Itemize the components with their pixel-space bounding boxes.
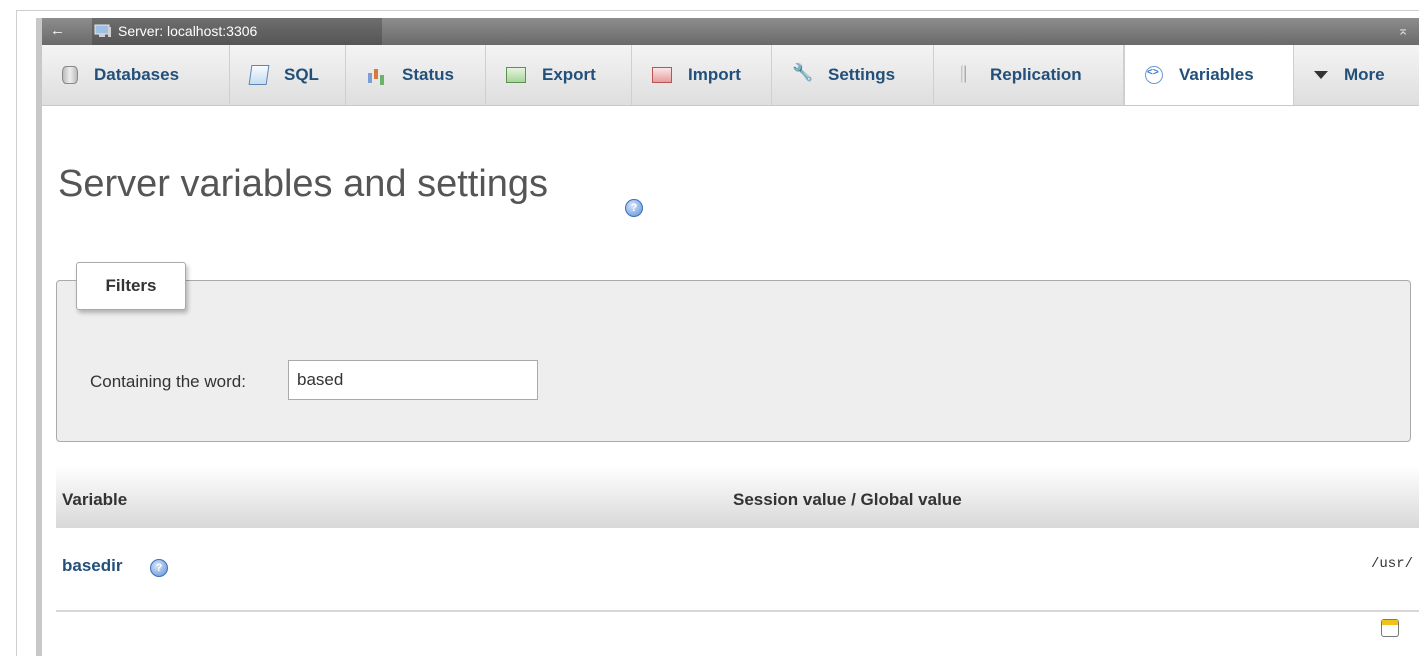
- tab-label: Replication: [990, 65, 1082, 84]
- tab-replication[interactable]: Replication: [934, 45, 1124, 105]
- tab-label: Databases: [94, 65, 180, 84]
- server-tabs: Databases SQL Status Export Import Setti…: [42, 45, 1419, 106]
- tab-label: Variables: [1179, 65, 1254, 84]
- filters-legend: Filters: [76, 262, 186, 310]
- collapse-icon[interactable]: ⌅: [1397, 22, 1409, 39]
- server-label[interactable]: Server: localhost:3306: [118, 23, 257, 39]
- tab-label: Export: [542, 65, 596, 84]
- help-icon[interactable]: ?: [625, 199, 643, 217]
- chevron-down-icon: [1314, 71, 1328, 79]
- sql-icon: [248, 65, 270, 85]
- server-icon: [94, 24, 111, 37]
- export-icon: [506, 67, 526, 83]
- filter-label: Containing the word:: [90, 372, 246, 391]
- wrench-icon: [792, 63, 813, 85]
- variables-icon: [1145, 66, 1163, 84]
- column-header-value[interactable]: Session value / Global value: [733, 490, 962, 510]
- window-top-rule: [16, 10, 1419, 11]
- back-arrow-icon[interactable]: ←: [50, 22, 65, 39]
- tab-label: Settings: [828, 65, 896, 84]
- help-icon[interactable]: ?: [150, 559, 168, 577]
- table-header: Variable Session value / Global value: [56, 466, 1419, 528]
- page-title: Server variables and settings: [58, 163, 549, 205]
- tab-sql[interactable]: SQL: [230, 45, 346, 105]
- filter-input[interactable]: [288, 360, 538, 400]
- database-icon: [62, 66, 78, 84]
- main-content: ← Server: localhost:3306 ⌅ Databases SQL…: [42, 18, 1419, 656]
- column-header-variable[interactable]: Variable: [62, 490, 127, 510]
- table-row: basedir ? /usr/: [56, 528, 1419, 610]
- tab-more[interactable]: More: [1294, 45, 1419, 105]
- window-top-margin: [0, 0, 1419, 10]
- replication-icon: [954, 65, 974, 85]
- status-icon: [366, 65, 386, 85]
- tab-label: More: [1344, 65, 1385, 84]
- tab-label: Status: [402, 65, 454, 84]
- import-icon: [652, 67, 672, 83]
- variable-value: /usr/: [1370, 556, 1413, 572]
- tab-import[interactable]: Import: [632, 45, 772, 105]
- tab-export[interactable]: Export: [486, 45, 632, 105]
- server-breadcrumb-bar: ← Server: localhost:3306 ⌅: [42, 18, 1419, 45]
- window-left-rule: [16, 10, 17, 656]
- note-icon[interactable]: [1381, 619, 1399, 637]
- tab-label: SQL: [284, 65, 319, 84]
- filters-fieldset: [56, 280, 1411, 442]
- variable-name-link[interactable]: basedir: [62, 556, 122, 576]
- divider: [56, 610, 1419, 612]
- tab-variables[interactable]: Variables: [1124, 45, 1294, 105]
- tab-databases[interactable]: Databases: [42, 45, 230, 105]
- tab-status[interactable]: Status: [346, 45, 486, 105]
- tab-label: Import: [688, 65, 741, 84]
- tab-settings[interactable]: Settings: [772, 45, 934, 105]
